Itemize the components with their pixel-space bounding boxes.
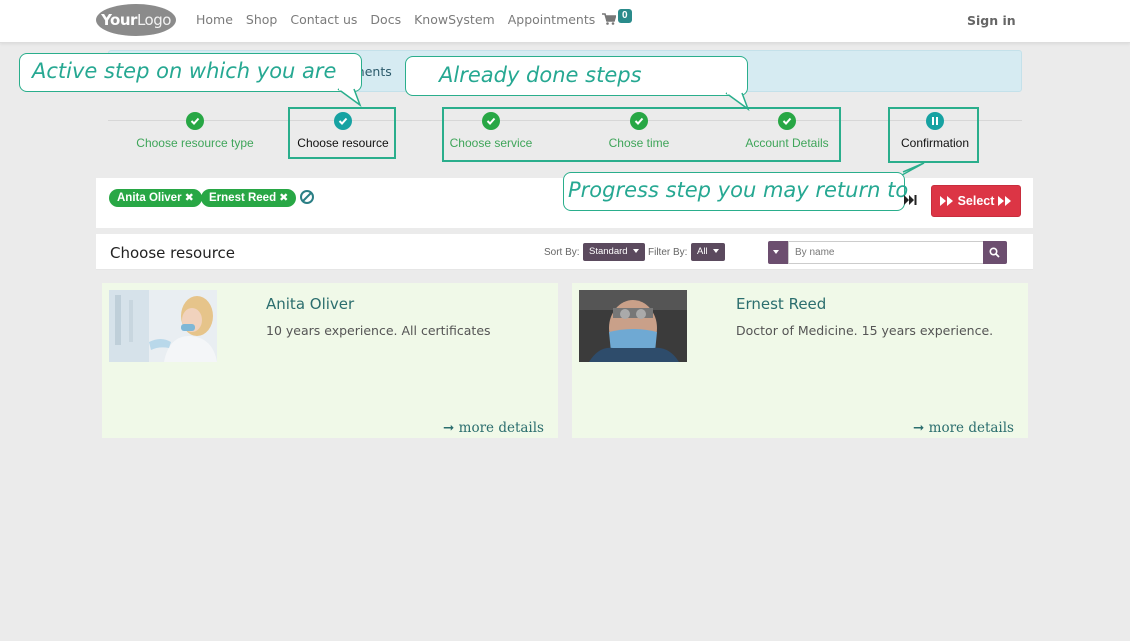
resource-name[interactable]: Ernest Reed xyxy=(736,295,826,313)
caret-down-icon xyxy=(773,250,779,254)
remove-x-icon[interactable]: ✖ xyxy=(279,192,288,204)
check-icon xyxy=(186,112,204,130)
cart-icon xyxy=(602,13,616,25)
step-label: Choose resource type xyxy=(136,136,254,150)
arrow-right-icon: ➞ xyxy=(443,420,455,436)
more-details-link[interactable]: ➞ more details xyxy=(913,420,1014,436)
nav-link-appointments[interactable]: Appointments xyxy=(508,12,596,27)
nav-link-contact[interactable]: Contact us xyxy=(290,12,357,27)
clear-selection-icon[interactable] xyxy=(300,190,314,204)
arrow-right-icon: ➞ xyxy=(913,420,925,436)
resource-card-anita-oliver[interactable]: Anita Oliver 10 years experience. All ce… xyxy=(102,283,558,438)
more-details-label: more details xyxy=(458,420,544,436)
filter-value: All xyxy=(697,246,708,257)
filter-by-label: Filter By: xyxy=(648,247,688,258)
caret-down-icon xyxy=(712,249,719,254)
callout-text: Active step on which you are xyxy=(32,59,337,83)
top-navbar: YourLogo Home Shop Contact us Docs KnowS… xyxy=(0,0,1130,43)
logo-text-bold: Your xyxy=(101,11,137,29)
callout-tail xyxy=(901,162,925,176)
resource-description: Doctor of Medicine. 15 years experience. xyxy=(736,323,994,338)
sort-value: Standard xyxy=(589,246,628,257)
callout-text: Progress step you may return to xyxy=(568,178,909,202)
nav-link-home[interactable]: Home xyxy=(196,12,233,27)
sort-dropdown[interactable]: Standard xyxy=(583,243,645,261)
fast-forward-icon xyxy=(997,196,1011,206)
sign-in-link[interactable]: Sign in xyxy=(967,13,1016,28)
resource-description: 10 years experience. All certificates xyxy=(266,323,491,338)
logo-text-light: Logo xyxy=(136,11,171,29)
cart-count-badge: 0 xyxy=(618,9,632,23)
resource-list-title: Choose resource xyxy=(110,244,236,262)
caret-down-icon xyxy=(632,249,639,254)
select-button[interactable]: Select xyxy=(931,185,1021,217)
sort-by-label: Sort By: xyxy=(544,247,580,258)
confirmation-step-highlight xyxy=(888,107,979,163)
nav-links: Home Shop Contact us Docs KnowSystem App… xyxy=(196,12,608,27)
search-icon xyxy=(989,247,1000,258)
selected-tag-anita-oliver[interactable]: Anita Oliver ✖ xyxy=(109,189,202,207)
select-button-label: Select xyxy=(957,194,995,208)
done-steps-callout: Already done steps xyxy=(405,56,748,96)
resource-card-ernest-reed[interactable]: Ernest Reed Doctor of Medicine. 15 years… xyxy=(572,283,1028,438)
nav-link-knowsystem[interactable]: KnowSystem xyxy=(414,12,495,27)
active-step-highlight xyxy=(288,107,396,159)
filter-dropdown[interactable]: All xyxy=(691,243,725,261)
nav-link-shop[interactable]: Shop xyxy=(246,12,277,27)
search-scope-dropdown[interactable] xyxy=(768,241,788,264)
callout-text: Already done steps xyxy=(439,63,642,87)
done-steps-highlight xyxy=(442,107,841,162)
resource-name[interactable]: Anita Oliver xyxy=(266,295,354,313)
remove-x-icon[interactable]: ✖ xyxy=(185,192,194,204)
resource-photo xyxy=(579,290,687,362)
resource-photo xyxy=(109,290,217,362)
selected-tag-ernest-reed[interactable]: Ernest Reed ✖ xyxy=(201,189,297,207)
site-logo[interactable]: YourLogo xyxy=(96,4,176,36)
tag-label: Ernest Reed xyxy=(209,192,277,204)
more-details-link[interactable]: ➞ more details xyxy=(443,420,544,436)
active-step-callout: Active step on which you are xyxy=(19,53,362,92)
return-step-callout: Progress step you may return to xyxy=(563,172,909,211)
fast-forward-icon xyxy=(940,196,954,206)
search-button[interactable] xyxy=(983,241,1007,264)
search-input[interactable] xyxy=(788,241,984,264)
more-details-label: more details xyxy=(928,420,1014,436)
nav-link-docs[interactable]: Docs xyxy=(370,12,401,27)
callout-tail xyxy=(725,92,750,112)
callout-tail xyxy=(337,88,362,108)
tag-label: Anita Oliver xyxy=(117,192,182,204)
skip-forward-icon[interactable] xyxy=(904,194,918,206)
step-choose-resource-type[interactable]: Choose resource type xyxy=(120,112,270,150)
